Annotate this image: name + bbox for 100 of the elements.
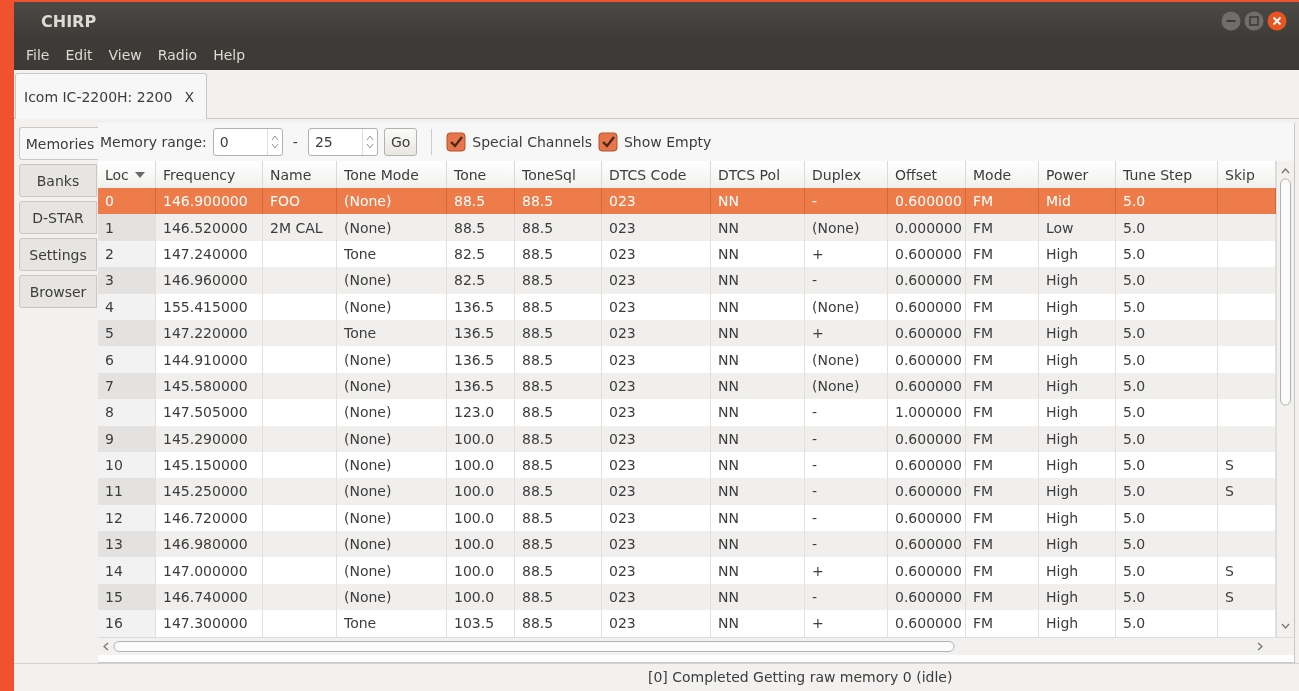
table-cell: High xyxy=(1039,425,1116,452)
table-row[interactable]: 1 146.520000 2M CAL (None) 88.5 88.5 023 NN (None) 0.000000 FM Low 5.0 xyxy=(98,214,1276,241)
table-row[interactable]: 3 146.960000 (None) 82.5 88.5 023 NN - 0.600000 FM High 5.0 xyxy=(98,267,1276,294)
side-tab[interactable]: Settings xyxy=(19,238,97,271)
menu-item[interactable]: View xyxy=(100,47,150,63)
table-cell: FM xyxy=(966,293,1039,320)
table-cell: 023 xyxy=(602,293,711,320)
table-cell: 88.5 xyxy=(447,214,515,241)
table-row[interactable]: 16 147.300000 Tone 103.5 88.5 023 NN + 0.600000 FM High 5.0 xyxy=(98,610,1276,637)
table-row[interactable]: 5 147.220000 Tone 136.5 88.5 023 NN + 0.600000 FM High 5.0 xyxy=(98,319,1276,347)
go-button[interactable]: Go xyxy=(383,128,418,156)
table-cell: 88.5 xyxy=(515,531,602,558)
header-label[interactable]: Loc xyxy=(105,166,129,183)
table-cell: 023 xyxy=(602,372,711,400)
side-tab[interactable]: D-STAR xyxy=(19,201,97,234)
table-cell: 88.5 xyxy=(515,346,602,373)
table-cell: Tone xyxy=(337,610,447,637)
table-cell: 0.000000 xyxy=(888,214,966,241)
table-cell: 88.5 xyxy=(515,610,602,637)
table-cell: 0.600000 xyxy=(888,267,966,294)
table-cell: 88.5 xyxy=(515,267,602,294)
tab-close-button[interactable]: X xyxy=(184,88,194,105)
close-icon[interactable] xyxy=(1267,11,1287,31)
table-cell: (None) xyxy=(337,372,447,400)
table-row[interactable]: 13 146.980000 (None) 100.0 88.5 023 NN - 0.600000 FM High 5.0 xyxy=(98,531,1276,558)
vertical-scrollbar[interactable] xyxy=(1276,161,1294,637)
side-tab[interactable]: Memories xyxy=(19,127,100,160)
table-cell: 023 xyxy=(602,425,711,452)
table-cell: 10 xyxy=(98,451,156,479)
table-cell: 023 xyxy=(602,583,711,611)
table-cell: 6 xyxy=(98,346,156,373)
table-cell: 123.0 xyxy=(447,399,515,426)
table-cell: NN xyxy=(711,557,805,584)
table-cell: 155.415000 xyxy=(156,293,263,320)
table-cell: High xyxy=(1039,557,1116,584)
side-tab[interactable]: Browser xyxy=(19,275,97,308)
table-cell: FM xyxy=(966,319,1039,347)
table-cell: NN xyxy=(711,425,805,452)
table-cell: FM xyxy=(966,346,1039,373)
table-cell: 88.5 xyxy=(515,557,602,584)
table-cell: NN xyxy=(711,478,805,505)
table-cell: FM xyxy=(966,531,1039,558)
minimize-icon[interactable] xyxy=(1221,11,1241,31)
table-cell: 0.600000 xyxy=(888,557,966,584)
table-cell: NN xyxy=(711,293,805,320)
table-row[interactable]: 6 144.910000 (None) 136.5 88.5 023 NN (None) 0.600000 FM High 5.0 xyxy=(98,346,1276,373)
table-cell: - xyxy=(805,425,888,452)
table-cell: 3 xyxy=(98,267,156,294)
table-cell: 5.0 xyxy=(1116,214,1218,241)
table-cell: 0.600000 xyxy=(888,319,966,347)
spin-arrows-icon[interactable] xyxy=(270,135,279,149)
table-row[interactable]: 15 146.740000 (None) 100.0 88.5 023 NN - 0.600000 FM High 5.0 S xyxy=(98,583,1276,611)
table-cell: 5.0 xyxy=(1116,319,1218,347)
table-cell: 5.0 xyxy=(1116,610,1218,637)
table-cell: (None) xyxy=(337,557,447,584)
menu-item[interactable]: Edit xyxy=(57,47,101,63)
table-cell: 023 xyxy=(602,267,711,294)
table-cell: 100.0 xyxy=(447,425,515,452)
checkbox[interactable] xyxy=(597,132,618,152)
table-row[interactable]: 11 145.250000 (None) 100.0 88.5 023 NN - 0.600000 FM High 5.0 S xyxy=(98,478,1276,505)
table-cell: 147.000000 xyxy=(156,557,263,584)
table-cell: High xyxy=(1039,319,1116,347)
table-cell: 5.0 xyxy=(1116,478,1218,505)
table-cell: 136.5 xyxy=(447,293,515,320)
menu-item[interactable]: Help xyxy=(205,47,254,63)
table-cell: 0.600000 xyxy=(888,531,966,558)
table-cell: 103.5 xyxy=(447,610,515,637)
table-cell: (None) xyxy=(337,399,447,426)
menu-item[interactable]: Radio xyxy=(149,47,206,63)
table-cell: 147.220000 xyxy=(156,319,263,347)
range-separator: - xyxy=(292,134,298,150)
side-tab[interactable]: Banks xyxy=(19,164,97,197)
table-row[interactable]: 14 147.000000 (None) 100.0 88.5 023 NN + 0.600000 FM High 5.0 S xyxy=(98,557,1276,584)
horizontal-scrollbar[interactable] xyxy=(98,636,1294,655)
table-cell: - xyxy=(805,531,888,558)
spin-arrows-icon[interactable] xyxy=(365,135,374,149)
table-cell: (None) xyxy=(337,583,447,611)
table-cell: 88.5 xyxy=(515,293,602,320)
spin-field[interactable]: 0 xyxy=(212,128,283,156)
table-cell: 13 xyxy=(98,531,156,558)
table-cell: NN xyxy=(711,346,805,373)
table-row[interactable]: 8 147.505000 (None) 123.0 88.5 023 NN - 1.000000 FM High 5.0 xyxy=(98,399,1276,426)
table-cell: 1 xyxy=(98,214,156,241)
table-cell: 88.5 xyxy=(515,399,602,426)
menu-item[interactable]: File xyxy=(18,47,58,63)
spin-field[interactable]: 25 xyxy=(307,128,378,156)
table-row[interactable]: 9 145.290000 (None) 100.0 88.5 023 NN - 0.600000 FM High 5.0 xyxy=(98,425,1276,452)
table-cell: 15 xyxy=(98,583,156,611)
table-row[interactable]: 4 155.415000 (None) 136.5 88.5 023 NN (None) 0.600000 FM High 5.0 xyxy=(98,293,1276,320)
checkbox[interactable] xyxy=(446,132,467,152)
table-cell: 023 xyxy=(602,610,711,637)
table-cell: 5.0 xyxy=(1116,425,1218,452)
table-cell: (None) xyxy=(805,214,888,241)
file-tab[interactable]: Icom IC-2200H: 2200 X xyxy=(15,73,207,119)
checkbox-label: Special Channels xyxy=(472,134,592,150)
table-cell: High xyxy=(1039,610,1116,637)
table-row[interactable]: 7 145.580000 (None) 136.5 88.5 023 NN (None) 0.600000 FM High 5.0 xyxy=(98,372,1276,400)
table-cell: 0.600000 xyxy=(888,346,966,373)
checkbox-label: Show Empty xyxy=(623,134,712,150)
table-cell: 88.5 xyxy=(515,214,602,241)
